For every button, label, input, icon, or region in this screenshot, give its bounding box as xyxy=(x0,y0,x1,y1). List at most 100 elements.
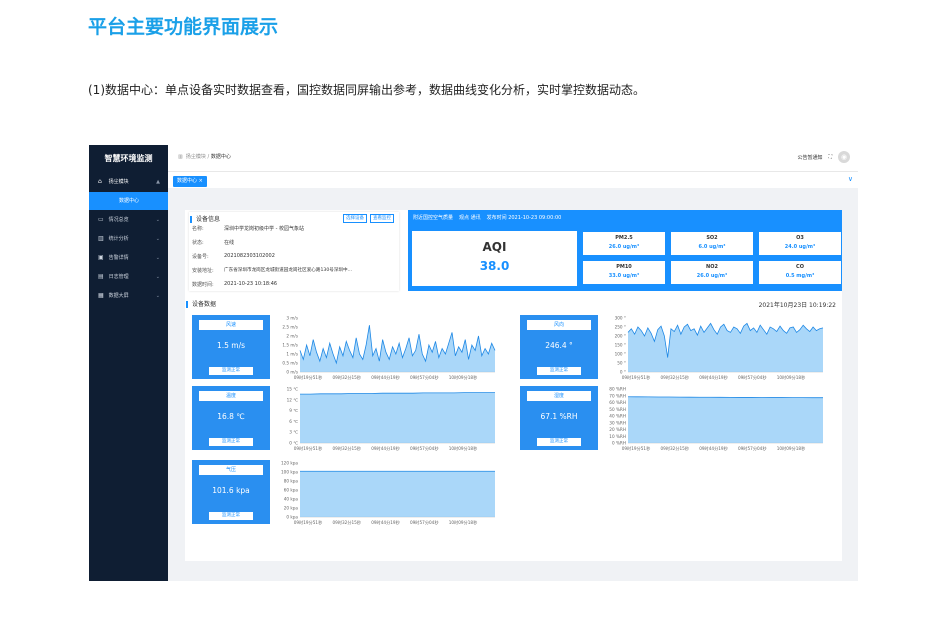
air-quality-title: 附近国控空气质量 xyxy=(413,215,454,221)
humidity-chart: 80 %RH 70 %RH 60 %RH 50 %RH 40 %RH 30 %RH 20 %… xyxy=(602,386,827,452)
y-tick-label: 0 ℃ xyxy=(289,441,298,446)
sidebar-item-big-screen[interactable]: ▦ 数据大屏 ⌄ xyxy=(89,287,168,305)
device-field: 数据时间: 2021-10-23 10:18:46 xyxy=(192,281,278,288)
metric-status: 监测正常 xyxy=(209,438,253,446)
x-tick-label: 09时19分51秒 xyxy=(294,445,323,452)
metric-status: 监测正常 xyxy=(209,512,253,520)
y-tick-label: 80 %RH xyxy=(609,387,626,392)
y-tick-label: 60 kpa xyxy=(284,488,299,493)
x-tick-label: 09时19分51秒 xyxy=(622,445,651,452)
y-tick-label: 100 kpa xyxy=(281,470,298,475)
fullscreen-icon[interactable]: ⛶ xyxy=(828,154,832,160)
x-tick-label: 09时57分04秒 xyxy=(410,374,439,381)
y-tick-label: 9 ℃ xyxy=(289,408,298,413)
y-tick-label: 10 %RH xyxy=(609,434,626,439)
pressure-chart: 120 kpa 100 kpa 80 kpa 60 kpa 40 kpa 20 kpa 0 … xyxy=(274,460,499,526)
sidebar-item-dust-module[interactable]: ⌂ 扬尘模块 ▲ xyxy=(89,173,168,191)
area-chart-svg: 120 kpa 100 kpa 80 kpa 60 kpa 40 kpa 20 kpa 0 … xyxy=(281,461,495,526)
topbar-actions: 公告暂通知 ⛶ ◉ xyxy=(797,151,850,163)
sidebar-item-alerts[interactable]: ▣ 告警详情 ⌄ xyxy=(89,249,168,267)
y-tick-label: 50 %RH xyxy=(609,407,626,412)
x-tick-label: 09时32分15秒 xyxy=(332,519,361,526)
chevron-down-icon[interactable]: ∨ xyxy=(848,175,853,183)
y-tick-label: 6 ℃ xyxy=(289,419,298,424)
brand-title: 智慧环境监测 xyxy=(104,154,153,163)
y-tick-label: 3 m/s xyxy=(286,316,298,321)
sidebar-item-statistics[interactable]: ▥ 统计分析 ⌄ xyxy=(89,230,168,248)
x-tick-label: 09时32分15秒 xyxy=(660,374,689,381)
pollutant-so2: SO2 6.0 ug/m³ xyxy=(671,232,753,255)
metric-card-wind-direction: 风向 246.4 ° 监测正常 xyxy=(520,315,598,379)
y-tick-label: 20 kpa xyxy=(284,506,299,511)
chevron-down-icon: ⌄ xyxy=(155,255,160,261)
monitor-icon: ▭ xyxy=(98,216,104,223)
y-tick-label: 120 kpa xyxy=(281,461,298,466)
y-tick-label: 1.5 m/s xyxy=(282,343,298,348)
device-field: 状态: 在线 xyxy=(192,240,235,246)
tab-data-center[interactable]: 数据中心 × xyxy=(173,176,207,187)
y-tick-label: 70 %RH xyxy=(609,393,626,398)
y-tick-label: 0.5 m/s xyxy=(282,361,298,366)
x-tick-label: 10时09分18秒 xyxy=(777,445,806,452)
device-info-title: 设备信息 xyxy=(190,216,220,223)
breadcrumb-separator: / xyxy=(207,154,210,160)
x-tick-label: 09时44分19秒 xyxy=(699,445,728,452)
avatar[interactable]: ◉ xyxy=(838,151,850,163)
y-tick-label: 40 %RH xyxy=(609,414,626,419)
metric-value: 246.4 ° xyxy=(545,341,573,350)
y-tick-label: 0 kpa xyxy=(286,515,298,520)
sidebar-item-overview[interactable]: ▭ 情况总览 ⌄ xyxy=(89,211,168,229)
series-area xyxy=(628,396,823,443)
temperature-chart: 15 ℃ 12 ℃ 9 ℃ 6 ℃ 3 ℃ 0 ℃ 09时19分51秒 09时32分15秒 09… xyxy=(274,386,499,452)
y-tick-label: 1 m/s xyxy=(286,352,298,357)
device-field: 安装地址: 广东省深圳市龙岗区龙城街道园龙岗社区爱心路130号深圳中... xyxy=(192,268,352,274)
chevron-down-icon: ⌄ xyxy=(155,217,160,223)
menu-fold-icon[interactable]: ▥ xyxy=(178,154,183,160)
select-device-button[interactable]: 选择设备 xyxy=(343,214,367,223)
metric-value: 16.8 ℃ xyxy=(217,412,245,421)
x-tick-label: 09时57分04秒 xyxy=(738,445,767,452)
sidebar-item-logs[interactable]: ▤ 日志管理 ⌄ xyxy=(89,268,168,286)
sidebar: 智慧环境监测 ⌂ 扬尘模块 ▲ 数据中心 ▭ 情况总览 ⌄ ▥ 统计分析 ⌄ ▣… xyxy=(89,145,168,581)
tab-bar: 数据中心 × ∨ xyxy=(168,171,858,188)
metric-card-wind-speed: 风速 1.5 m/s 监测正常 xyxy=(192,315,270,379)
sidebar-item-label: 扬尘模块 xyxy=(108,179,129,185)
notice-link[interactable]: 公告暂通知 xyxy=(797,154,822,161)
x-tick-label: 10时09分18秒 xyxy=(449,519,478,526)
topbar: ▥ 扬尘模块 / 数据中心 公告暂通知 ⛶ ◉ xyxy=(168,145,858,171)
metric-status: 监测正常 xyxy=(209,367,253,375)
y-tick-label: 80 kpa xyxy=(284,479,299,484)
sidebar-item-data-center[interactable]: 数据中心 xyxy=(89,192,168,210)
x-tick-label: 10时09分18秒 xyxy=(777,374,806,381)
breadcrumb-current: 数据中心 xyxy=(210,154,231,160)
x-tick-label: 09时57分04秒 xyxy=(738,374,767,381)
alert-icon: ▣ xyxy=(98,254,104,261)
area-chart-svg: 300 ° 250 ° 200 ° 150 ° 100 ° 50 ° 0 °09时19分51… xyxy=(615,316,824,381)
x-tick-label: 09时19分51秒 xyxy=(294,374,323,381)
wind-direction-chart: 300 ° 250 ° 200 ° 150 ° 100 ° 50 ° 0 ° 09时19分51… xyxy=(602,315,827,381)
device-data-time: 2021年10月23日 10:19:22 xyxy=(758,302,836,309)
metric-card-pressure: 气压 101.6 kpa 监测正常 xyxy=(192,460,270,524)
y-tick-label: 12 ℃ xyxy=(287,397,299,402)
series-area xyxy=(300,392,495,443)
y-tick-label: 2 m/s xyxy=(286,334,298,339)
x-tick-label: 09时19分51秒 xyxy=(294,519,323,526)
sidebar-item-label: 情况总览 xyxy=(108,217,129,223)
metric-label: 风速 xyxy=(199,320,263,330)
x-tick-label: 09时19分51秒 xyxy=(622,374,651,381)
home-icon: ⌂ xyxy=(98,178,102,185)
view-monitor-button[interactable]: 查看监控 xyxy=(370,214,394,223)
x-tick-label: 09时44分19秒 xyxy=(699,374,728,381)
metric-label: 气压 xyxy=(199,465,263,475)
pollutant-pm10: PM10 33.0 ug/m³ xyxy=(583,261,665,284)
device-data-title: 设备数据 xyxy=(186,301,216,308)
y-tick-label: 20 %RH xyxy=(609,427,626,432)
metric-label: 湿度 xyxy=(527,391,591,401)
x-tick-label: 10时09分18秒 xyxy=(449,445,478,452)
document-intro: (1)数据中心：单点设备实时数据查看，国控数据同屏输出参考，数据曲线变化分析，实… xyxy=(88,83,646,97)
pollutant-pm25: PM2.5 26.0 ug/m³ xyxy=(583,232,665,255)
breadcrumb-level1[interactable]: 扬尘模块 xyxy=(186,154,206,160)
y-tick-label: 250 ° xyxy=(615,325,626,330)
metric-value: 101.6 kpa xyxy=(212,486,250,495)
aqi-box: AQI 38.0 xyxy=(412,231,577,286)
